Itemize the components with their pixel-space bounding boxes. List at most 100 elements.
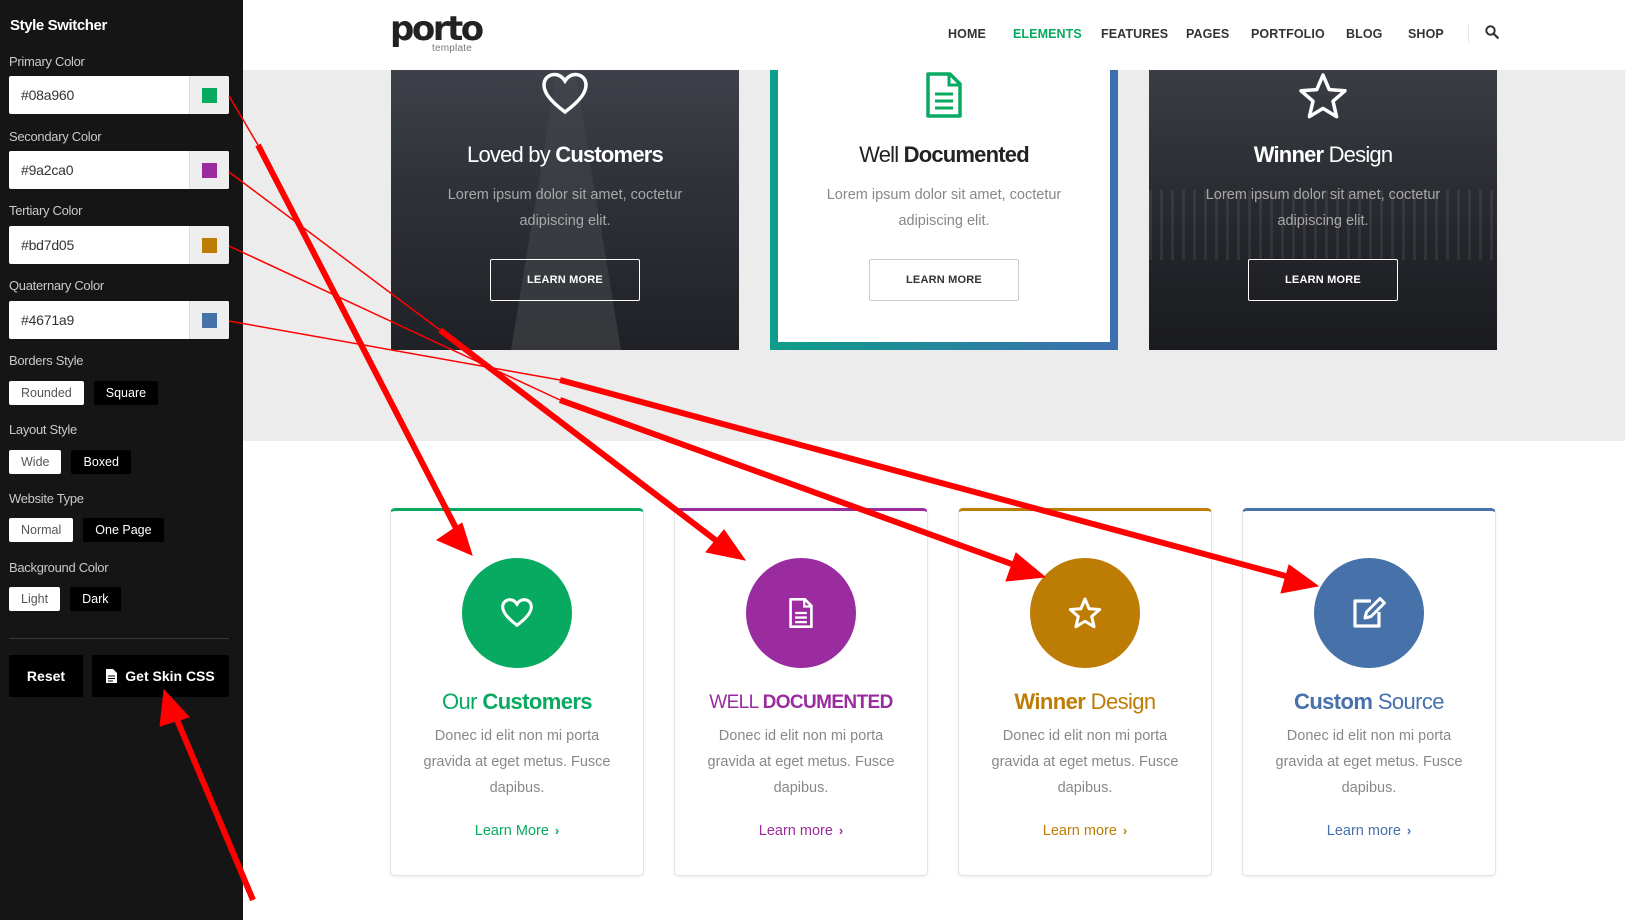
feature-title: Winner Design	[1149, 142, 1497, 168]
background-color-label: Background Color	[9, 560, 109, 575]
boxed-button[interactable]: Boxed	[71, 450, 131, 474]
switcher-divider	[9, 638, 229, 639]
website-type-label: Website Type	[9, 491, 84, 506]
feature-icon-wrap	[391, 72, 739, 116]
feature-text: Lorem ipsum dolor sit amet, coctetur adi…	[447, 187, 683, 229]
reset-label: Reset	[26, 668, 66, 684]
quaternary-color-value[interactable]: #4671a9	[9, 301, 189, 339]
feature-text: Lorem ipsum dolor sit amet, coctetur adi…	[826, 187, 1062, 229]
card-title-bold: Custom	[1294, 689, 1373, 714]
secondary-color-value[interactable]: #9a2ca0	[9, 151, 189, 189]
feature-icon-wrap	[1149, 72, 1497, 120]
normal-button[interactable]: Normal	[9, 518, 74, 542]
card-custom-source: Custom Source Donec id elit non mi porta…	[1242, 508, 1496, 876]
nav-portfolio[interactable]: PORTFOLIO	[1251, 27, 1325, 41]
primary-color-swatch-button[interactable]	[189, 76, 229, 114]
nav-shop[interactable]: SHOP	[1408, 27, 1444, 41]
borders-style-group: Rounded Square	[9, 381, 159, 405]
card-title-bold: Customers	[482, 689, 592, 714]
feature-text: Lorem ipsum dolor sit amet, coctetur adi…	[1205, 187, 1441, 229]
card-title: WELL DOCUMENTED	[675, 692, 927, 714]
quaternary-color-field[interactable]: #4671a9	[9, 301, 229, 339]
card-text: Donec id elit non mi porta gravida at eg…	[707, 728, 895, 796]
learn-more-label: Learn more	[1326, 823, 1401, 839]
chevron-right-icon: ›	[554, 823, 560, 838]
layout-style-label: Layout Style	[9, 422, 77, 437]
website-type-group: Normal One Page	[9, 518, 164, 542]
chevron-right-icon: ›	[1122, 823, 1128, 838]
card-icon-circle	[1314, 558, 1424, 668]
star-icon	[1299, 73, 1347, 119]
tertiary-color-field[interactable]: #bd7d05	[9, 226, 229, 264]
card-title-bold: DOCUMENTED	[762, 692, 894, 713]
card-learn-more-link[interactable]: Learn more ›	[1243, 823, 1495, 839]
feature-title: Loved by Customers	[391, 142, 739, 168]
feature-title-bold: Documented	[903, 142, 1030, 167]
quaternary-color-swatch	[202, 312, 217, 328]
rounded-button[interactable]: Rounded	[9, 381, 84, 405]
learn-more-button[interactable]: LEARN MORE	[1248, 259, 1398, 301]
feature-title-bold: Winner	[1253, 142, 1324, 167]
card-icon-circle	[462, 558, 572, 668]
card-text: Donec id elit non mi porta gravida at eg…	[423, 728, 611, 796]
card-title-light: WELL	[709, 692, 763, 713]
square-button[interactable]: Square	[93, 381, 159, 405]
document-icon	[789, 598, 813, 628]
one-page-button[interactable]: One Page	[83, 518, 164, 542]
card-title: Our Customers	[391, 689, 643, 715]
nav-elements[interactable]: ELEMENTS	[1013, 27, 1082, 41]
card-title-light: Design	[1085, 689, 1157, 714]
feature-box-documented: Well Documented Lorem ipsum dolor sit am…	[770, 70, 1118, 350]
tertiary-color-label: Tertiary Color	[9, 203, 83, 218]
tertiary-color-swatch-button[interactable]	[189, 226, 229, 264]
edit-icon	[1353, 597, 1386, 628]
nav-home[interactable]: HOME	[948, 27, 986, 41]
secondary-color-field[interactable]: #9a2ca0	[9, 151, 229, 189]
light-button[interactable]: Light	[9, 587, 61, 611]
feature-title-light: Well	[859, 142, 904, 167]
logo-subtext: template	[432, 43, 472, 54]
feature-icon-wrap	[778, 72, 1110, 118]
style-switcher-panel: Style Switcher Primary Color #08a960 Sec…	[0, 0, 243, 920]
quaternary-color-label: Quaternary Color	[9, 278, 104, 293]
learn-more-button[interactable]: LEARN MORE	[869, 259, 1019, 301]
switcher-title: Style Switcher	[10, 17, 107, 34]
card-text: Donec id elit non mi porta gravida at eg…	[1275, 728, 1463, 796]
borders-style-label: Borders Style	[9, 353, 84, 368]
nav-features[interactable]: FEATURES	[1101, 27, 1168, 41]
learn-more-button[interactable]: LEARN MORE	[490, 259, 640, 301]
get-skin-css-button[interactable]: Get Skin CSS	[92, 655, 229, 697]
document-icon	[926, 72, 962, 118]
card-title-light: Our	[442, 689, 483, 714]
secondary-color-swatch	[202, 162, 217, 178]
card-text: Donec id elit non mi porta gravida at eg…	[991, 728, 1179, 796]
wide-button[interactable]: Wide	[9, 450, 62, 474]
chevron-right-icon: ›	[1406, 823, 1412, 838]
logo[interactable]: porto template	[390, 12, 484, 54]
primary-color-value[interactable]: #08a960	[9, 76, 189, 114]
card-title: Custom Source	[1243, 689, 1495, 715]
primary-color-label: Primary Color	[9, 54, 85, 69]
learn-more-label: Learn more	[1042, 823, 1117, 839]
nav-blog[interactable]: BLOG	[1346, 27, 1383, 41]
card-learn-more-link[interactable]: Learn More ›	[391, 823, 643, 839]
heart-icon	[501, 598, 533, 628]
nav-pages[interactable]: PAGES	[1186, 27, 1229, 41]
card-winner: Winner Design Donec id elit non mi porta…	[958, 508, 1212, 876]
dark-button[interactable]: Dark	[70, 587, 121, 611]
feature-title-light: Loved by	[467, 142, 556, 167]
nav-separator	[1468, 25, 1469, 43]
reset-button[interactable]: Reset	[9, 655, 83, 697]
secondary-color-label: Secondary Color	[9, 129, 102, 144]
secondary-color-swatch-button[interactable]	[189, 151, 229, 189]
layout-style-group: Wide Boxed	[9, 450, 131, 474]
card-customers: Our Customers Donec id elit non mi porta…	[390, 508, 644, 876]
card-icon-circle	[746, 558, 856, 668]
tertiary-color-value[interactable]: #bd7d05	[9, 226, 189, 264]
quaternary-color-swatch-button[interactable]	[189, 301, 229, 339]
card-title: Winner Design	[959, 689, 1211, 715]
card-learn-more-link[interactable]: Learn more ›	[959, 823, 1211, 839]
search-icon[interactable]	[1485, 25, 1499, 39]
primary-color-field[interactable]: #08a960	[9, 76, 229, 114]
card-learn-more-link[interactable]: Learn more ›	[675, 823, 927, 839]
